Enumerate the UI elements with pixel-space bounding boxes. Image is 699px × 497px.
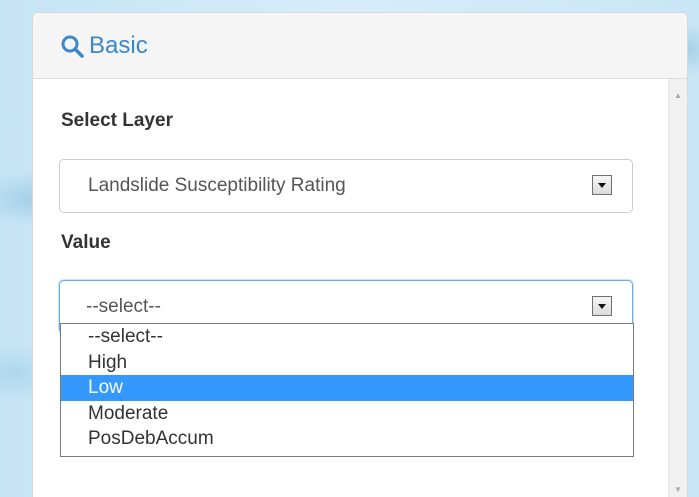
chevron-down-icon[interactable] bbox=[592, 175, 612, 195]
dropdown-option[interactable]: PosDebAccum bbox=[61, 426, 633, 452]
panel-title: Basic bbox=[89, 31, 148, 59]
scroll-down-icon[interactable]: ▼ bbox=[669, 481, 687, 497]
panel-scrollbar[interactable]: ▲ ▼ bbox=[668, 79, 687, 497]
select-layer-value: Landslide Susceptibility Rating bbox=[88, 175, 346, 196]
dropdown-option[interactable]: --select-- bbox=[61, 324, 633, 350]
panel-header[interactable]: Basic bbox=[33, 13, 687, 79]
scroll-up-icon[interactable]: ▲ bbox=[669, 87, 687, 103]
dropdown-option[interactable]: Moderate bbox=[61, 401, 633, 427]
dropdown-option-highlighted[interactable]: Low bbox=[61, 375, 633, 401]
chevron-down-icon[interactable] bbox=[592, 296, 612, 316]
select-layer-label: Select Layer bbox=[61, 110, 173, 131]
dropdown-option[interactable]: High bbox=[61, 350, 633, 376]
value-label: Value bbox=[61, 232, 111, 253]
select-layer-dropdown[interactable]: Landslide Susceptibility Rating bbox=[59, 159, 633, 213]
value-options-list[interactable]: --select-- High Low Moderate PosDebAccum bbox=[60, 323, 634, 457]
search-icon bbox=[61, 35, 84, 58]
value-selected: --select-- bbox=[86, 296, 161, 317]
